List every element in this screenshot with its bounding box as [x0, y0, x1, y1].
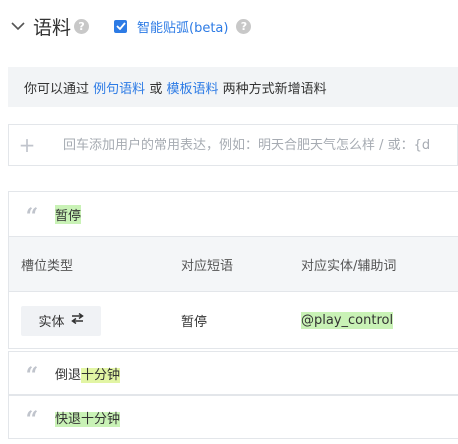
- example-phrase: 快退十分钟: [55, 408, 121, 427]
- info-suffix: 两种方式新增语料: [222, 81, 327, 97]
- info-prefix: 你可以通过: [24, 81, 90, 97]
- list-item[interactable]: “ 快退十分钟: [8, 395, 458, 439]
- help-icon[interactable]: ?: [74, 18, 90, 34]
- slot-type-toggle-button[interactable]: 实体: [21, 305, 101, 336]
- smart-arc-checkbox[interactable]: [114, 19, 128, 33]
- phrase-plain: 倒退: [55, 367, 82, 383]
- slot-type-label: 实体: [38, 315, 65, 330]
- list-item[interactable]: “ 暂停: [9, 192, 458, 236]
- smart-arc-label[interactable]: 智能贴弧(beta): [137, 17, 228, 36]
- help-icon[interactable]: ?: [236, 18, 252, 34]
- row-phrase: 暂停: [181, 315, 208, 330]
- list-item[interactable]: “ 倒退十分钟: [8, 351, 458, 395]
- quote-icon: “: [25, 204, 39, 230]
- quote-icon: “: [25, 407, 39, 433]
- add-example-input[interactable]: [61, 136, 457, 154]
- example-phrase: 倒退十分钟: [55, 364, 121, 383]
- plus-icon: +: [18, 133, 36, 157]
- column-header-phrase: 对应短语: [181, 258, 234, 274]
- phrase-highlight: 十分钟: [81, 367, 121, 383]
- slot-table-header: 槽位类型 对应短语 对应实体/辅助词: [9, 236, 458, 292]
- example-corpus-link[interactable]: 例句语料: [93, 78, 145, 97]
- column-header-slot-type: 槽位类型: [21, 258, 74, 274]
- section-title: 语料: [33, 16, 72, 39]
- column-header-entity: 对应实体/辅助词: [301, 258, 397, 274]
- template-corpus-link[interactable]: 模板语料: [166, 78, 218, 97]
- row-entity[interactable]: @play_control: [301, 312, 394, 329]
- example-card-expanded: “ 暂停 槽位类型 对应短语 对应实体/辅助词 实体 暂停 @play_cont…: [8, 191, 458, 349]
- info-or: 或: [149, 81, 163, 97]
- table-row: 实体 暂停 @play_control: [9, 292, 458, 349]
- corpus-header: 语料 ? 智能贴弧(beta) ?: [9, 12, 252, 40]
- quote-icon: “: [25, 363, 39, 389]
- example-phrase: 暂停: [55, 204, 82, 224]
- chevron-down-icon[interactable]: [9, 17, 27, 35]
- swap-icon: [70, 312, 84, 328]
- corpus-info-banner: 你可以通过 例句语料 或 模板语料 两种方式新增语料: [8, 67, 458, 107]
- add-example-box: +: [8, 124, 458, 166]
- phrase-highlight: 快退十分钟: [55, 411, 121, 427]
